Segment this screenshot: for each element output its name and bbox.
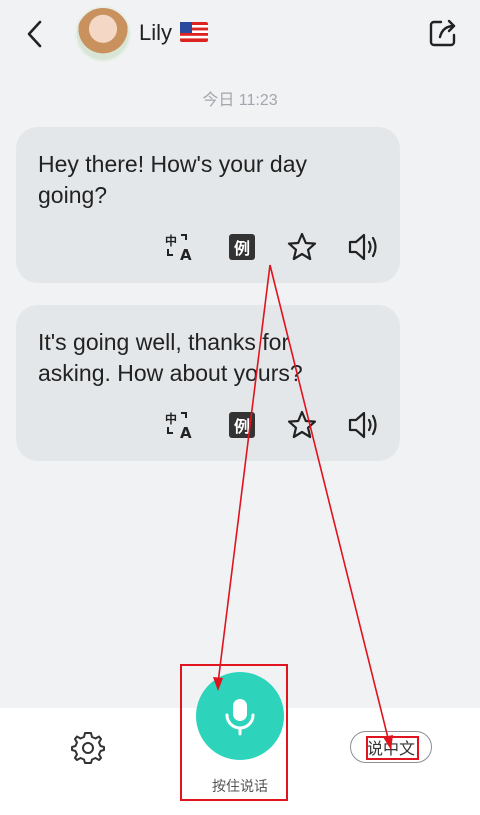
message-text: Hey there! How's your day going? — [38, 151, 308, 208]
speak-chinese-toggle[interactable]: 说中文 — [350, 731, 432, 763]
avatar[interactable] — [75, 6, 131, 62]
gear-icon — [71, 732, 105, 764]
example-label: 例 — [229, 234, 255, 260]
play-audio-button[interactable] — [346, 407, 382, 443]
svg-text:A: A — [180, 246, 192, 261]
favorite-button[interactable] — [284, 229, 320, 265]
hold-to-talk-button[interactable] — [196, 672, 284, 760]
settings-button[interactable] — [70, 729, 106, 765]
translate-button[interactable]: 中 A — [162, 229, 198, 265]
message-text: It's going well, thanks for asking. How … — [38, 329, 303, 386]
translate-icon: 中 A — [165, 233, 192, 261]
star-icon — [287, 410, 317, 439]
contact-name: Lily — [139, 20, 173, 45]
us-flag-icon — [180, 22, 208, 42]
microphone-icon — [225, 699, 255, 736]
favorite-button[interactable] — [284, 407, 320, 443]
translate-icon: 中 A — [165, 411, 192, 439]
svg-text:中: 中 — [165, 233, 177, 248]
star-icon — [287, 232, 317, 261]
example-button[interactable]: 例 — [224, 229, 260, 265]
example-button[interactable]: 例 — [224, 407, 260, 443]
chat-header: Lily — [0, 0, 480, 70]
chevron-left-icon — [27, 20, 42, 48]
translate-button[interactable]: 中 A — [162, 407, 198, 443]
svg-text:中: 中 — [165, 411, 177, 426]
svg-text:A: A — [180, 424, 192, 439]
message-bubble[interactable]: It's going well, thanks for asking. How … — [16, 305, 400, 461]
message-bubble[interactable]: Hey there! How's your day going? 中 A 例 — [16, 127, 400, 283]
share-icon — [429, 19, 456, 47]
speaker-icon — [348, 233, 377, 261]
back-button[interactable] — [16, 14, 52, 54]
speaker-icon — [348, 411, 377, 439]
hold-to-talk-label: 按住说话 — [212, 778, 268, 794]
share-button[interactable] — [426, 16, 460, 50]
timestamp: 今日 11:23 — [202, 92, 278, 109]
play-audio-button[interactable] — [346, 229, 382, 265]
example-label: 例 — [229, 412, 255, 438]
